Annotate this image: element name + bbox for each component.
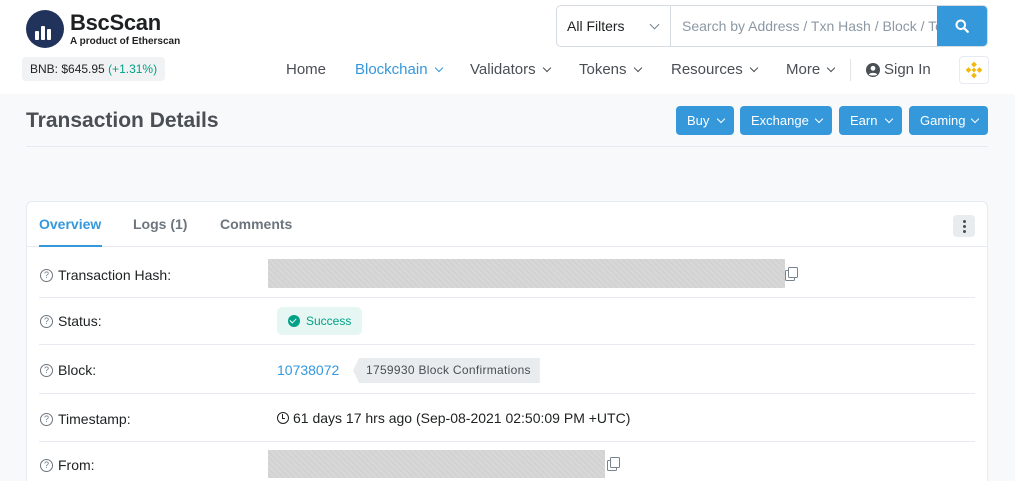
exchange-button-label: Exchange — [751, 113, 809, 128]
status-value: Success — [306, 314, 352, 328]
timestamp-label-text: Timestamp: — [58, 411, 131, 427]
timestamp-text: 61 days 17 hrs ago (Sep-08-2021 02:50:09… — [293, 410, 631, 426]
logo-icon — [26, 10, 64, 48]
chevron-down-icon — [434, 63, 443, 73]
block-label-text: Block: — [58, 362, 97, 378]
nav-validators[interactable]: Validators — [470, 58, 551, 82]
transaction-card: Overview Logs (1) Comments ? Transaction… — [26, 201, 988, 481]
site-header: BscScan A product of Etherscan BNB: $645… — [0, 0, 1015, 94]
status-row-label: ? Status: — [40, 313, 102, 329]
tab-overview[interactable]: Overview — [39, 216, 101, 232]
bnb-icon — [965, 61, 983, 79]
search-input[interactable] — [671, 6, 937, 46]
clock-icon — [277, 412, 289, 424]
sign-in-link[interactable]: Sign In — [866, 58, 931, 82]
nav-tokens[interactable]: Tokens — [579, 58, 642, 82]
bnb-price[interactable]: BNB: $645.95 (+1.31%) — [22, 57, 166, 81]
gaming-button[interactable]: Gaming — [909, 106, 988, 135]
check-circle-icon — [288, 315, 300, 327]
gaming-button-label: Gaming — [920, 113, 966, 128]
search-icon — [955, 19, 969, 33]
hash-row-label: ? Transaction Hash: — [40, 267, 171, 283]
hash-label-text: Transaction Hash: — [58, 267, 172, 283]
chevron-down-icon — [542, 63, 551, 73]
from-row-label: ? From: — [40, 457, 95, 473]
help-icon[interactable]: ? — [40, 412, 53, 426]
block-number-link[interactable]: 10738072 — [277, 362, 339, 378]
nav-validators-label: Validators — [470, 61, 536, 78]
bnb-price-change: (+1.31%) — [108, 62, 158, 76]
block-row-label: ? Block: — [40, 362, 96, 378]
copy-icon[interactable] — [785, 267, 798, 281]
title-divider — [26, 146, 988, 147]
chevron-down-icon — [814, 114, 824, 124]
nav-more-label: More — [786, 61, 821, 78]
nav-tokens-label: Tokens — [579, 61, 627, 78]
nav-blockchain-label: Blockchain — [355, 61, 428, 78]
buy-button-label: Buy — [687, 113, 710, 128]
nav-resources[interactable]: Resources — [671, 58, 758, 82]
nav-blockchain[interactable]: Blockchain — [355, 58, 443, 82]
help-icon[interactable]: ? — [40, 268, 53, 282]
logo-name: BscScan — [70, 9, 161, 35]
help-icon[interactable]: ? — [40, 458, 53, 472]
earn-button-label: Earn — [850, 113, 878, 128]
page-title: Transaction Details — [26, 109, 219, 132]
row-divider — [39, 344, 975, 345]
chevron-down-icon — [749, 63, 758, 73]
nav-home[interactable]: Home — [286, 58, 326, 82]
search-bar: All Filters — [556, 5, 988, 47]
timestamp-value: 61 days 17 hrs ago (Sep-08-2021 02:50:09… — [277, 410, 630, 426]
logo-tagline: A product of Etherscan — [70, 35, 181, 47]
more-options-icon[interactable] — [953, 215, 975, 237]
timestamp-row-label: ? Timestamp: — [40, 411, 131, 427]
earn-button[interactable]: Earn — [839, 106, 902, 135]
chevron-down-icon — [633, 63, 642, 73]
exchange-button[interactable]: Exchange — [740, 106, 832, 135]
active-tab-indicator — [39, 245, 102, 247]
user-icon — [866, 63, 880, 77]
help-icon[interactable]: ? — [40, 314, 53, 328]
transaction-hash-redacted — [268, 259, 785, 288]
from-label-text: From: — [58, 457, 95, 473]
chevron-down-icon — [716, 114, 726, 124]
row-divider — [39, 441, 975, 442]
status-badge: Success — [277, 307, 363, 335]
search-filter-label: All Filters — [567, 18, 625, 34]
block-confirmations-badge: 1759930 Block Confirmations — [353, 358, 540, 383]
buy-button[interactable]: Buy — [676, 106, 734, 135]
bnb-network-button[interactable] — [959, 56, 989, 84]
row-divider — [39, 393, 975, 394]
chevron-down-icon — [649, 19, 660, 30]
bscscan-logo[interactable]: BscScan A product of Etherscan — [26, 10, 180, 48]
chevron-down-icon — [826, 63, 836, 73]
help-icon[interactable]: ? — [40, 363, 53, 377]
row-divider — [39, 297, 975, 298]
tab-logs[interactable]: Logs (1) — [133, 216, 187, 232]
chevron-down-icon — [970, 114, 980, 124]
search-button[interactable] — [937, 6, 987, 46]
nav-divider — [850, 59, 851, 81]
chevron-down-icon — [884, 114, 894, 124]
tab-bar: Overview Logs (1) Comments — [27, 202, 987, 247]
nav-resources-label: Resources — [671, 61, 743, 78]
copy-icon[interactable] — [607, 457, 620, 471]
search-filter-select[interactable]: All Filters — [557, 6, 671, 46]
status-label-text: Status: — [58, 313, 102, 329]
bnb-price-value: BNB: $645.95 — [30, 62, 105, 76]
tab-comments[interactable]: Comments — [220, 216, 292, 232]
nav-more[interactable]: More — [786, 58, 836, 82]
sign-in-label: Sign In — [884, 61, 931, 78]
from-address-redacted — [268, 450, 605, 478]
